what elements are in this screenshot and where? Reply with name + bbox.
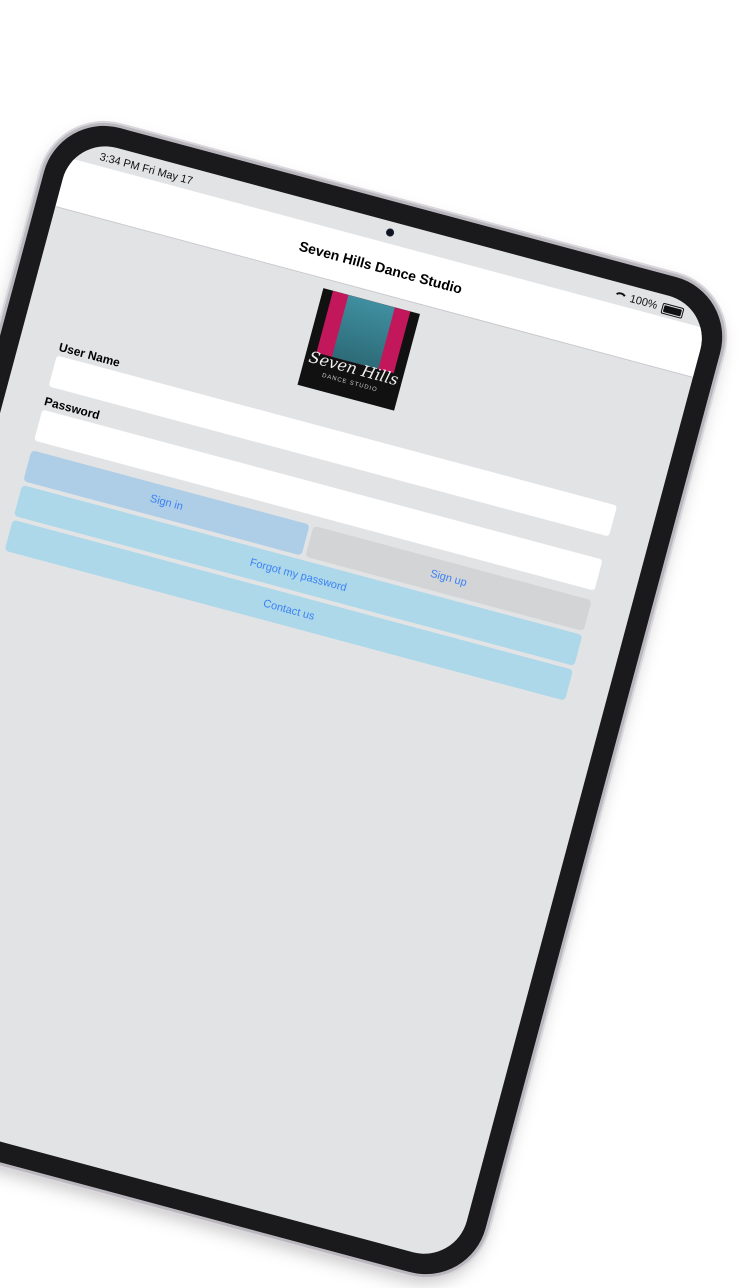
app-screen: 3:34 PM Fri May 17 100% Seven Hills Danc… [0,136,712,1264]
battery-icon [660,302,685,319]
wifi-icon [612,290,626,302]
ipad-device: 3:34 PM Fri May 17 100% Seven Hills Danc… [0,112,737,1288]
studio-logo: Seven Hills DANCE STUDIO [297,288,420,411]
login-form: User Name Password Sign in Sign up Forgo… [4,340,622,705]
